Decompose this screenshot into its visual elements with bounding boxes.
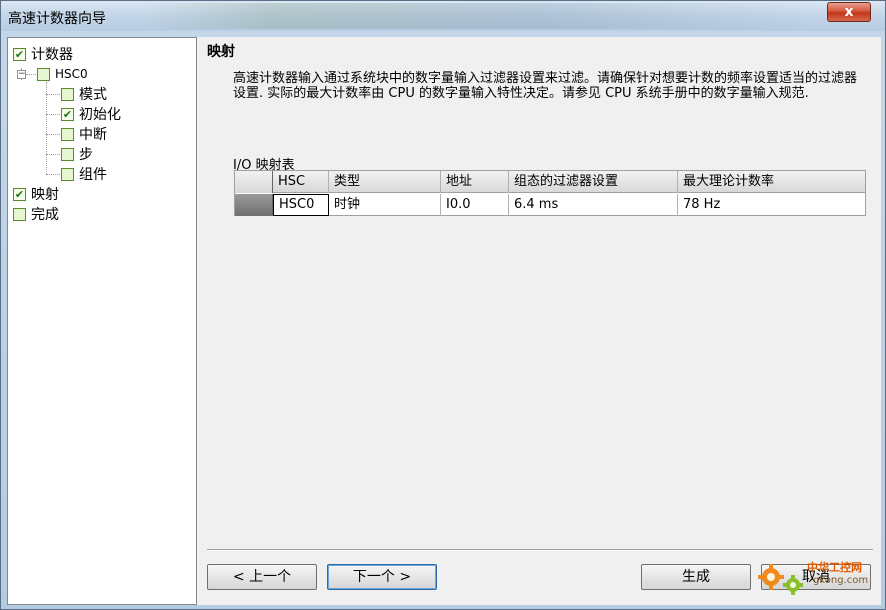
tree-item-label: HSC0 — [55, 67, 88, 81]
empty-checkbox-icon — [37, 67, 50, 81]
tree-item-finish[interactable]: 完成 — [13, 204, 59, 224]
tree-item-init[interactable]: ✔ 初始化 — [61, 104, 121, 124]
table-cell[interactable]: 时钟 — [329, 194, 441, 216]
tree-item-label: 中断 — [79, 127, 107, 143]
io-mapping-table: HSC 类型 地址 组态的过滤器设置 最大理论计数率 HSC0 时钟 I0.0 … — [234, 170, 866, 216]
navigation-tree: − ✔ 计数器 HSC0 模式 ✔ 初始化 中断 步 组件 ✔ 映射 完成 — [7, 37, 197, 605]
table-header: HSC 类型 地址 组态的过滤器设置 最大理论计数率 — [235, 171, 865, 193]
tree-item-label: 模式 — [79, 87, 107, 103]
button-separator — [207, 549, 873, 551]
empty-checkbox-icon — [13, 207, 26, 221]
tree-item-step[interactable]: 步 — [61, 144, 93, 164]
tree-item-interrupt[interactable]: 中断 — [61, 124, 107, 144]
tree-connector — [26, 74, 36, 75]
tree-item-counter[interactable]: ✔ 计数器 — [13, 44, 73, 64]
watermark-text: 中华工控网 — [807, 561, 862, 574]
column-header[interactable]: 组态的过滤器设置 — [509, 171, 678, 193]
prev-button[interactable]: < 上一个 — [207, 564, 317, 590]
tree-connector — [46, 114, 60, 115]
tree-item-mode[interactable]: 模式 — [61, 84, 107, 104]
title-bar: 高速计数器向导 x — [1, 1, 885, 31]
wizard-window: 高速计数器向导 x − ✔ 计数器 HSC0 模式 ✔ 初始化 中断 步 组件 … — [0, 0, 886, 610]
watermark-logo: 中华工控网 gkong.com — [755, 557, 875, 599]
tree-connector — [46, 134, 60, 135]
tree-item-label: 映射 — [31, 187, 59, 203]
tree-item-label: 计数器 — [31, 47, 73, 63]
gear-icon — [758, 564, 803, 595]
table-cell[interactable]: 6.4 ms — [509, 194, 678, 216]
tree-connector — [46, 154, 60, 155]
table-cell[interactable]: 78 Hz — [678, 194, 865, 216]
tree-item-label: 初始化 — [79, 107, 121, 123]
title-bar-background — [141, 3, 821, 29]
column-header[interactable]: HSC — [273, 171, 329, 193]
row-header[interactable] — [235, 194, 273, 216]
table-cell[interactable]: HSC0 — [273, 194, 329, 216]
tree-item-component[interactable]: 组件 — [61, 164, 107, 184]
client-area: − ✔ 计数器 HSC0 模式 ✔ 初始化 中断 步 组件 ✔ 映射 完成 映射… — [7, 37, 881, 605]
tree-item-label: 完成 — [31, 207, 59, 223]
checkmark-icon: ✔ — [13, 187, 26, 201]
checkmark-icon: ✔ — [13, 47, 26, 61]
collapse-icon[interactable]: − — [17, 70, 26, 79]
tree-item-label: 步 — [79, 147, 93, 163]
column-header[interactable]: 地址 — [441, 171, 509, 193]
watermark-url: gkong.com — [813, 575, 869, 586]
empty-checkbox-icon — [61, 167, 74, 181]
empty-checkbox-icon — [61, 87, 74, 101]
tree-item-label: 组件 — [79, 167, 107, 183]
column-header[interactable]: 最大理论计数率 — [678, 171, 865, 193]
table-row[interactable]: HSC0 时钟 I0.0 6.4 ms 78 Hz — [235, 194, 865, 216]
tree-connector — [46, 94, 60, 95]
window-title: 高速计数器向导 — [8, 11, 106, 27]
main-panel: 映射 高速计数器输入通过系统块中的数字量输入过滤器设置来过滤。请确保针对想要计数… — [205, 37, 881, 605]
checkmark-icon: ✔ — [61, 107, 74, 121]
tree-connector — [46, 174, 60, 175]
generate-button[interactable]: 生成 — [641, 564, 751, 590]
tree-item-mapping[interactable]: ✔ 映射 — [13, 184, 59, 204]
tree-item-hsc0[interactable]: HSC0 — [37, 64, 88, 84]
close-button[interactable]: x — [827, 2, 871, 22]
table-cell[interactable]: I0.0 — [441, 194, 509, 216]
tree-connector — [46, 82, 47, 174]
empty-checkbox-icon — [61, 127, 74, 141]
next-button[interactable]: 下一个 > — [327, 564, 437, 590]
empty-checkbox-icon — [61, 147, 74, 161]
section-title: 映射 — [207, 44, 235, 60]
row-header-corner — [235, 171, 273, 193]
description-text: 高速计数器输入通过系统块中的数字量输入过滤器设置来过滤。请确保针对想要计数的频率… — [233, 71, 858, 101]
column-header[interactable]: 类型 — [329, 171, 441, 193]
